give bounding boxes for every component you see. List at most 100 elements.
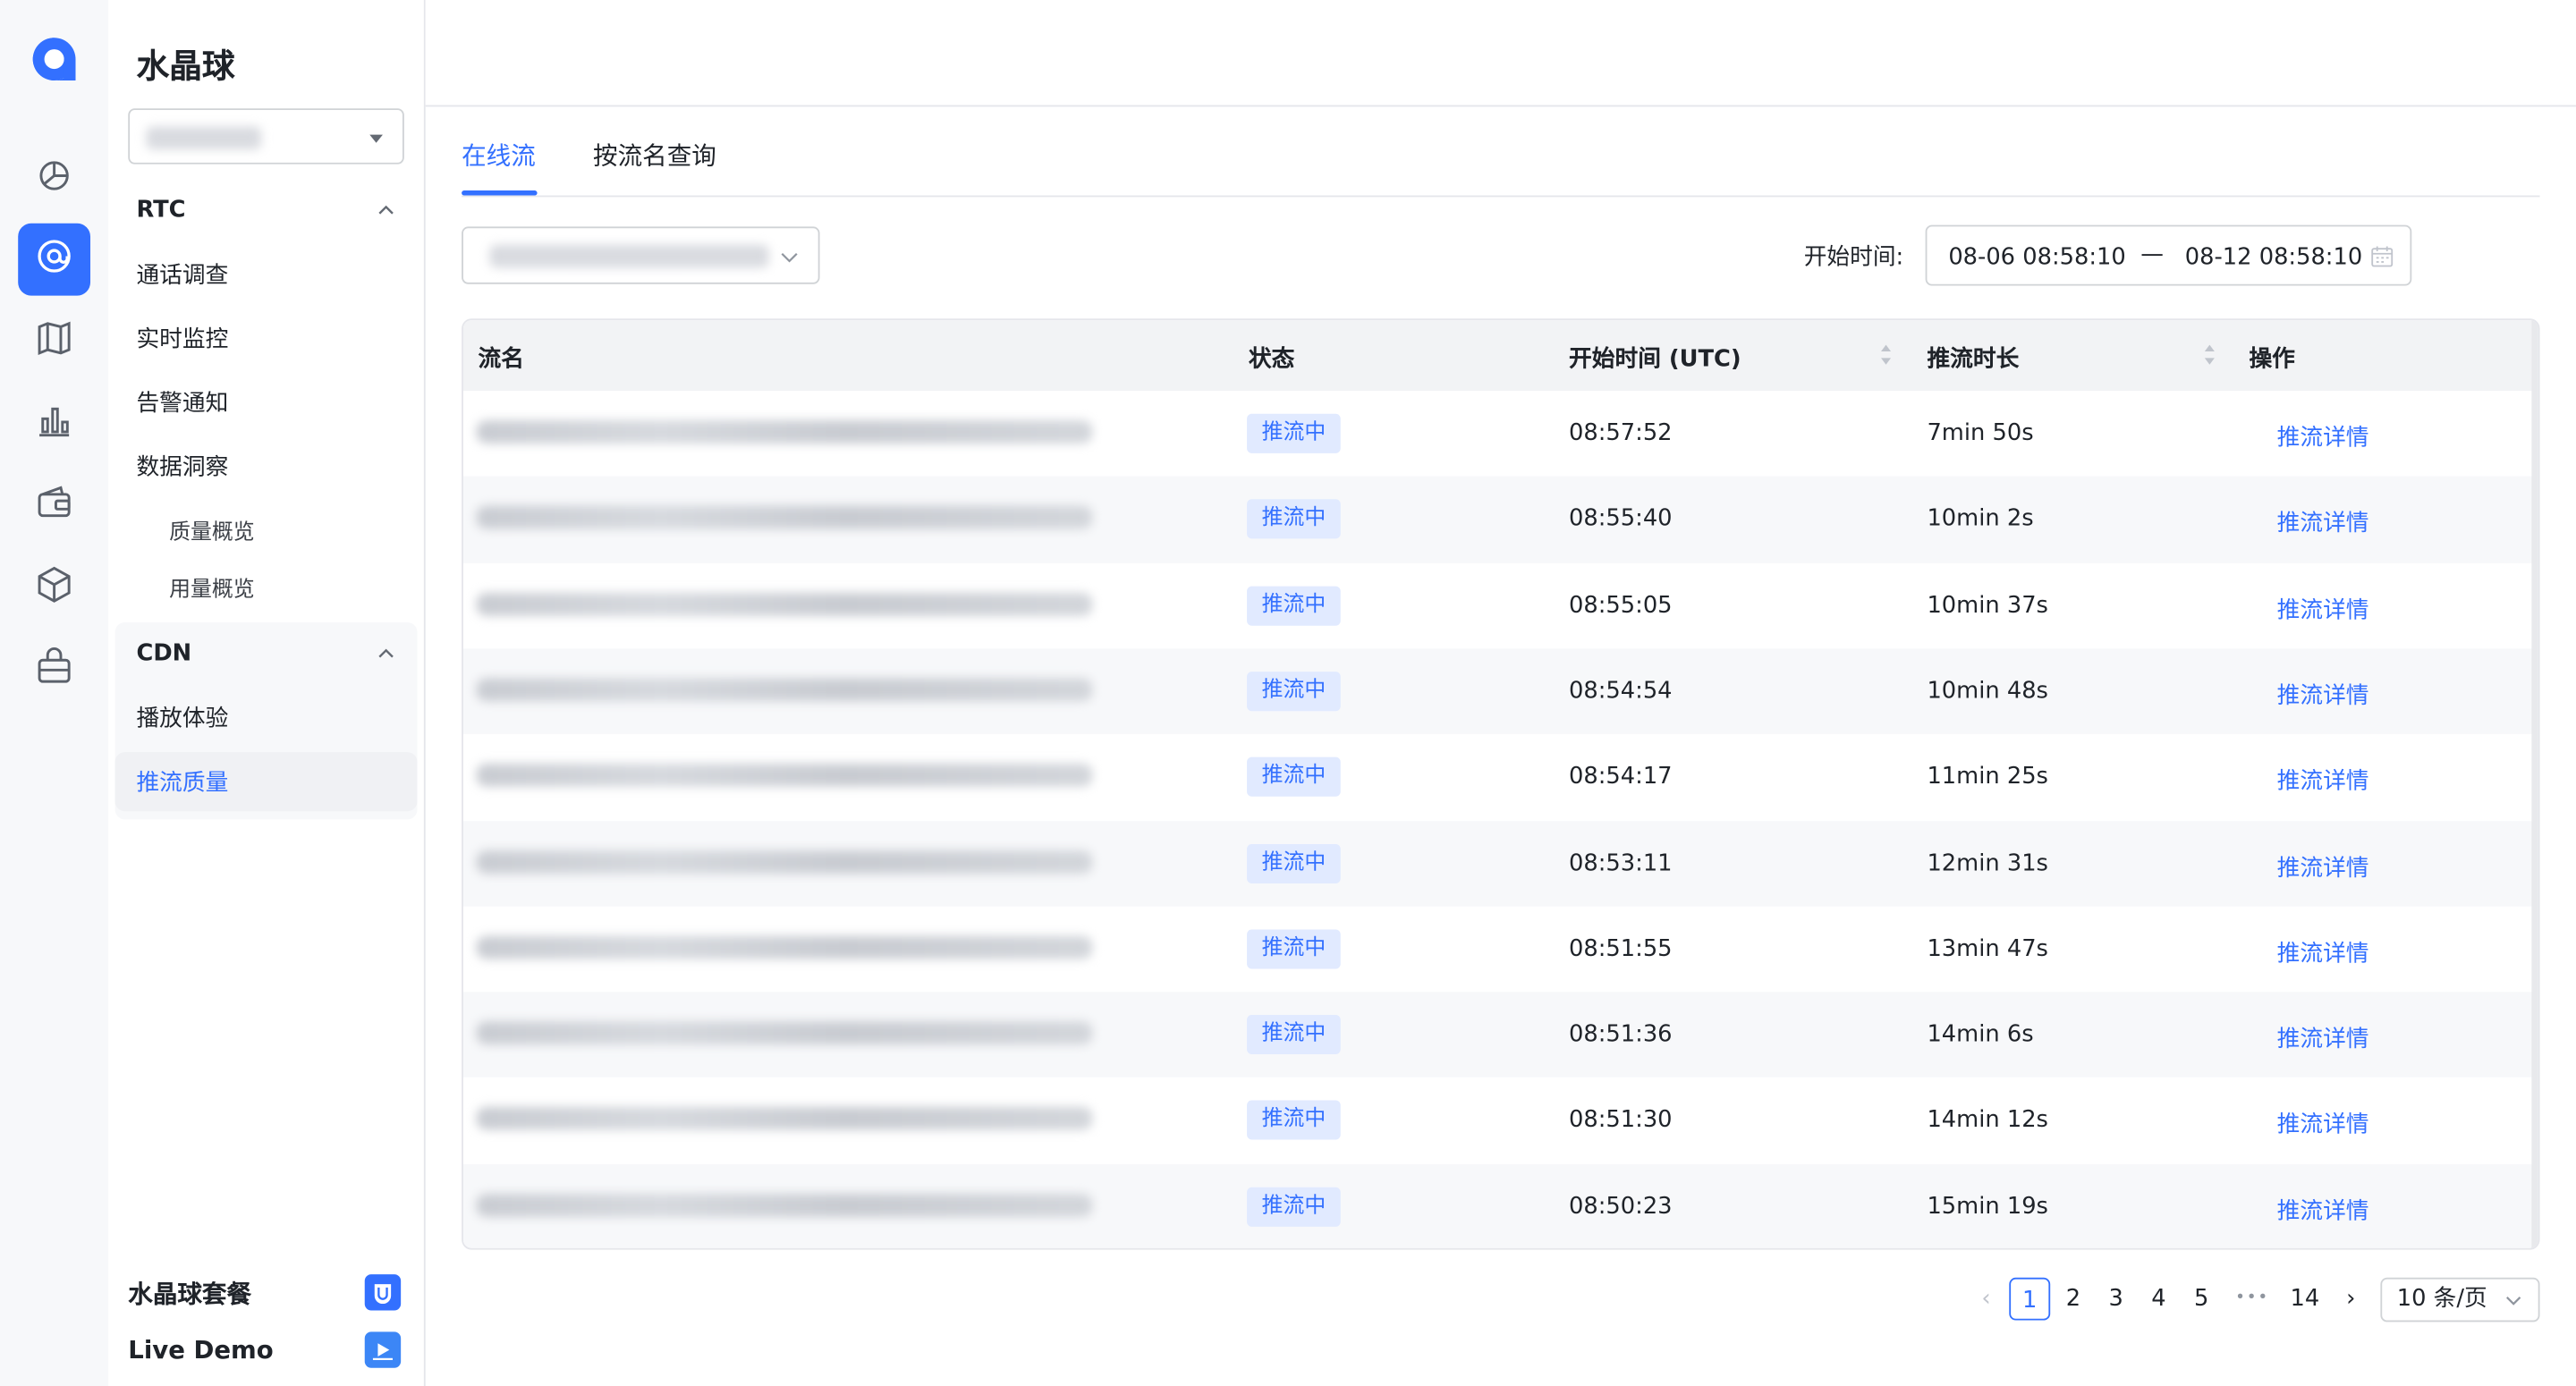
duration-cell: 10min 2s [1927,506,2034,533]
pie-chart-icon [35,155,74,200]
rail-item-map[interactable] [18,306,90,378]
date-start[interactable]: 08-06 08:58:10 [1948,245,2125,271]
sidebar-item-data-insight[interactable]: 数据洞察 [115,437,418,496]
table-row: 推流中 08:54:17 11min 25s 推流详情 [463,734,2535,820]
prev-page-icon[interactable]: ‹ [1967,1278,2006,1321]
package-label: 水晶球套餐 [128,1278,252,1308]
sort-icon[interactable] [2203,343,2216,367]
stream-name-cell [476,764,1093,788]
chevron-down-icon [2506,1297,2521,1306]
start-time-cell: 08:53:11 [1569,849,1673,876]
chevron-up-icon [378,205,394,215]
push-details-link[interactable]: 推流详情 [2277,1108,2369,1141]
push-details-link[interactable]: 推流详情 [2277,935,2369,968]
sidebar-item-usage-overview[interactable]: 用量概览 [115,557,418,616]
column-start-time[interactable]: 开始时间 (UTC) [1569,342,1741,375]
rail-item-dashboard[interactable] [18,141,90,214]
stream-name-cell [476,1107,1093,1131]
table-row: 推流中 08:53:11 12min 31s 推流详情 [462,820,2536,907]
caret-down-icon [369,134,383,143]
page-last[interactable]: 14 [2287,1278,2323,1321]
page-2[interactable]: 2 [2057,1278,2090,1321]
status-badge: 推流中 [1247,1101,1341,1141]
next-page-icon[interactable]: › [2336,1278,2366,1321]
tab-online-streams[interactable]: 在线流 [462,138,536,173]
sidebar-item-push-quality[interactable]: 推流质量 [114,752,418,812]
rail-item-resources[interactable] [18,552,90,624]
table-scrollbar[interactable] [2531,320,2538,1248]
push-details-link[interactable]: 推流详情 [2277,678,2369,711]
sidebar-item-alerts[interactable]: 告警通知 [115,373,418,432]
column-status: 状态 [1248,346,1295,373]
sidebar-item-realtime-monitor[interactable]: 实时监控 [115,308,418,368]
push-details-link[interactable]: 推流详情 [2277,764,2369,797]
icon-rail [0,0,109,1386]
status-badge: 推流中 [1247,843,1341,883]
sort-icon[interactable] [1879,343,1893,367]
column-duration[interactable]: 推流时长 [1927,342,2019,375]
project-select[interactable] [128,108,404,165]
push-details-link[interactable]: 推流详情 [2277,420,2369,453]
push-details-link[interactable]: 推流详情 [2277,1021,2369,1054]
sidebar-item-call-investigation[interactable]: 通话调查 [115,245,418,304]
at-sign-icon [35,236,74,282]
stream-name-cell [476,420,1093,444]
stream-name-cell [476,592,1093,615]
rail-item-tools[interactable] [18,634,90,706]
page-size-select[interactable]: 10 条/页 [2380,1277,2540,1323]
wallet-icon [35,483,74,528]
start-time-cell: 08:51:30 [1569,1107,1673,1134]
package-link[interactable]: 水晶球套餐 [128,1268,402,1317]
scaled-canvas: 水晶球 RTC 通话调查 实时监控 告警通知 数据洞察 质量概览 用量概览 CD… [0,0,2576,1386]
page-1[interactable]: 1 [2009,1277,2051,1321]
page-3[interactable]: 3 [2099,1278,2132,1321]
stream-filter-select[interactable] [462,226,820,284]
duration-cell: 10min 48s [1927,678,2048,705]
date-end[interactable]: 08-12 08:58:10 [2185,245,2362,271]
page-ellipsis[interactable]: ••• [2228,1278,2277,1321]
start-time-label: 开始时间: [1803,244,1904,272]
push-details-link[interactable]: 推流详情 [2277,849,2369,883]
sidebar-item-quality-overview[interactable]: 质量概览 [115,499,418,558]
status-badge: 推流中 [1247,1187,1341,1227]
push-details-link[interactable]: 推流详情 [2277,506,2369,539]
cube-icon [35,565,74,611]
project-select-value [146,126,262,150]
duration-cell: 7min 50s [1927,420,2034,447]
table-row: 推流中 08:51:55 13min 47s 推流详情 [463,906,2535,992]
tab-query-by-stream-name[interactable]: 按流名查询 [593,138,716,173]
page-5[interactable]: 5 [2185,1278,2218,1321]
app-logo-icon[interactable] [28,33,80,86]
rail-item-analytics[interactable] [18,387,90,460]
push-details-link[interactable]: 推流详情 [2277,592,2369,625]
tab-active-indicator [462,190,538,196]
table-row: 推流中 08:55:05 10min 37s 推流详情 [463,562,2535,648]
start-time-cell: 08:50:23 [1569,1193,1673,1220]
status-badge: 推流中 [1247,756,1341,798]
live-demo-link[interactable]: Live Demo [128,1325,402,1374]
column-actions: 操作 [2249,346,2295,373]
status-badge: 推流中 [1247,671,1341,712]
push-details-link[interactable]: 推流详情 [2277,1194,2369,1227]
date-range-picker[interactable]: 08-06 08:58:10 — 08-12 08:58:10 [1925,224,2412,286]
duration-cell: 14min 6s [1927,1021,2034,1048]
start-time-cell: 08:55:40 [1569,506,1673,533]
sidebar: 水晶球 RTC 通话调查 实时监控 告警通知 数据洞察 质量概览 用量概览 CD… [108,0,426,1386]
table-row: 推流中 08:51:30 14min 12s 推流详情 [463,1078,2535,1163]
group-rtc-label: RTC [136,197,186,224]
group-cdn[interactable]: CDN [115,624,418,683]
duration-cell: 10min 37s [1927,592,2048,619]
page-4[interactable]: 4 [2142,1278,2175,1321]
table-row: 推流中 08:55:40 10min 2s 推流详情 [462,477,2536,563]
sidebar-item-playback-experience[interactable]: 播放体验 [115,688,418,747]
app-title: 水晶球 [136,46,235,86]
rail-item-billing[interactable] [18,469,90,542]
table-row: 推流中 08:54:54 10min 48s 推流详情 [462,648,2536,735]
status-badge: 推流中 [1247,413,1341,453]
start-time-cell: 08:57:52 [1569,420,1673,447]
rail-item-rtc[interactable] [18,223,91,296]
stream-name-cell [476,678,1093,701]
table-row: 推流中 08:57:52 7min 50s 推流详情 [463,391,2535,477]
play-icon [364,1331,402,1368]
group-rtc[interactable]: RTC [115,181,418,240]
